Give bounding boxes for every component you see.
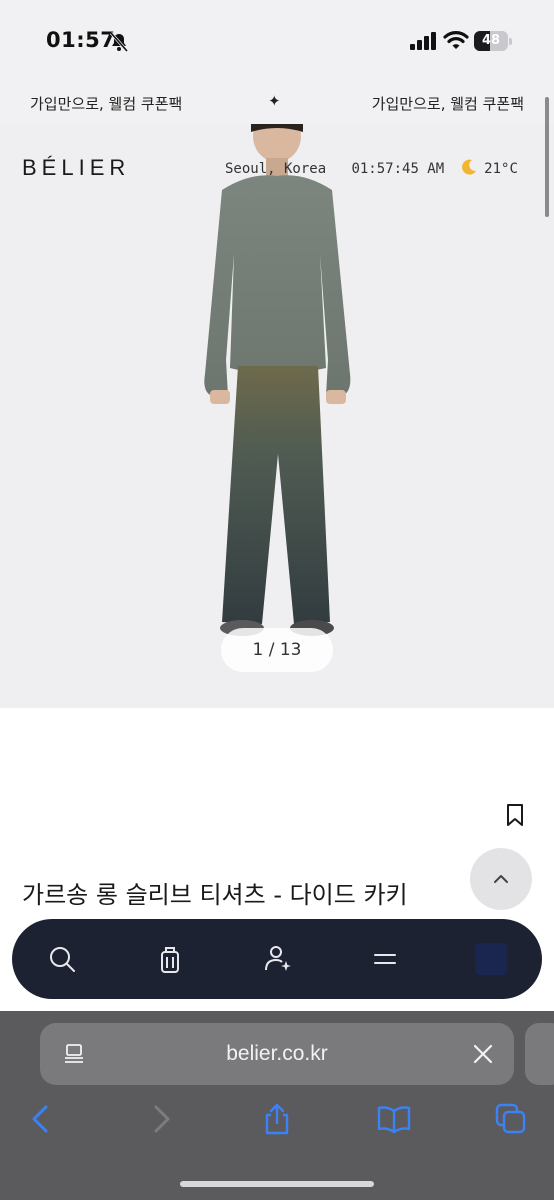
- product-photo: [204, 124, 351, 636]
- next-tab-preview[interactable]: [525, 1023, 554, 1085]
- temperature-text: 21°C: [484, 161, 518, 177]
- search-icon[interactable]: [44, 941, 80, 977]
- image-counter: 1 / 13: [221, 628, 333, 672]
- chevron-up-icon: [494, 875, 508, 883]
- home-indicator[interactable]: [180, 1181, 374, 1187]
- cellular-signal-icon: [410, 32, 436, 50]
- battery-icon: 48: [474, 31, 512, 51]
- back-icon[interactable]: [24, 1102, 58, 1136]
- battery-level: 48: [481, 33, 501, 48]
- menu-icon[interactable]: [367, 941, 403, 977]
- bookmark-icon[interactable]: [505, 803, 525, 827]
- product-image-gallery[interactable]: BÉLIER Seoul, Korea 01:57:45 AM 21°C 1 / …: [0, 124, 554, 708]
- status-time: 01:57: [46, 28, 116, 52]
- color-swatch[interactable]: [475, 943, 507, 975]
- status-bar: 01:57 48: [0, 0, 554, 80]
- location-text: Seoul, Korea: [225, 161, 327, 177]
- tabs-icon[interactable]: [494, 1102, 528, 1136]
- brand-logo[interactable]: BÉLIER: [22, 155, 130, 181]
- wifi-icon: [443, 31, 469, 49]
- location-clock-weather: Seoul, Korea 01:57:45 AM 21°C: [225, 158, 518, 177]
- bookmarks-icon[interactable]: [377, 1102, 411, 1136]
- bottom-navigation: [12, 919, 542, 999]
- scroll-to-top-button[interactable]: [470, 848, 532, 910]
- address-bar[interactable]: belier.co.kr: [40, 1023, 514, 1085]
- promo-banner[interactable]: 가입만으로, 웰컴 쿠폰팩 ✦ 가입만으로, 웰컴 쿠폰팩: [0, 80, 554, 124]
- share-icon[interactable]: [260, 1102, 294, 1136]
- sparkle-icon: ✦: [268, 92, 281, 110]
- promo-text-left: 가입만으로, 웰컴 쿠폰팩: [30, 95, 183, 113]
- close-icon[interactable]: [472, 1043, 494, 1065]
- page-scrollbar[interactable]: [545, 97, 549, 217]
- forward-icon[interactable]: [144, 1102, 178, 1136]
- moon-icon: [462, 159, 477, 175]
- shopping-bag-icon[interactable]: [152, 941, 188, 977]
- account-icon[interactable]: [260, 941, 296, 977]
- url-text: belier.co.kr: [226, 1042, 328, 1065]
- bell-slash-icon: [109, 32, 129, 52]
- clock-text: 01:57:45 AM: [351, 161, 445, 177]
- product-title: 가르송 롱 슬리브 티셔츠 - 다이드 카키: [22, 881, 408, 909]
- promo-text-right: 가입만으로, 웰컴 쿠폰팩: [371, 95, 524, 113]
